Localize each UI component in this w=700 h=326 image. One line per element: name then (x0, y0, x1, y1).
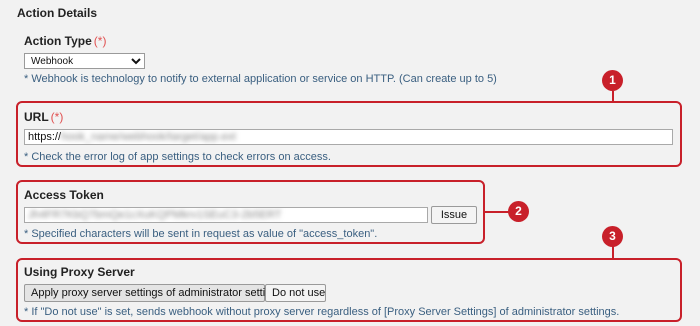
callout-2-badge: 2 (508, 201, 529, 222)
proxy-label: Using Proxy Server (24, 265, 135, 279)
url-input-prefix: https:// (28, 131, 62, 143)
action-type-label: Action Type (*) (24, 34, 106, 48)
required-mark: (*) (50, 110, 64, 124)
callout-2-connector (484, 211, 510, 213)
url-note: * Check the error log of app settings to… (24, 151, 331, 163)
callout-1-badge: 1 (602, 70, 623, 91)
issue-button[interactable]: Issue (431, 206, 477, 224)
action-details-panel: Action Details Action Type (*) Webhook * … (0, 0, 700, 326)
proxy-note: * If "Do not use" is set, sends webhook … (24, 306, 620, 318)
proxy-option-do-not-use[interactable]: Do not use (265, 284, 326, 302)
url-input-obscured-value: hook_name/webhook/target/app.ext (61, 131, 236, 143)
action-type-select[interactable]: Webhook (24, 53, 145, 69)
access-token-input[interactable]: Jh4FR7KbQ7bmQe1cXuKQPMkrv1SEuC3-2b5ERT (24, 207, 428, 223)
url-input[interactable]: https://hook_name/webhook/target/app.ext (24, 129, 673, 145)
access-token-label: Access Token (24, 188, 104, 202)
url-label-text: URL (24, 110, 49, 124)
url-label: URL (*) (24, 110, 63, 124)
access-token-obscured-value: Jh4FR7KbQ7bmQe1cXuKQPMkrv1SEuC3-2b5ERT (28, 209, 282, 221)
section-title: Action Details (17, 6, 98, 20)
action-type-label-text: Action Type (24, 34, 92, 48)
access-token-note: * Specified characters will be sent in r… (24, 228, 378, 240)
proxy-option-admin-settings[interactable]: Apply proxy server settings of administr… (24, 284, 283, 302)
action-type-note: * Webhook is technology to notify to ext… (24, 73, 497, 85)
required-mark: (*) (93, 34, 107, 48)
callout-3-connector (612, 246, 614, 259)
callout-3-badge: 3 (602, 226, 623, 247)
callout-1-connector (612, 91, 614, 102)
